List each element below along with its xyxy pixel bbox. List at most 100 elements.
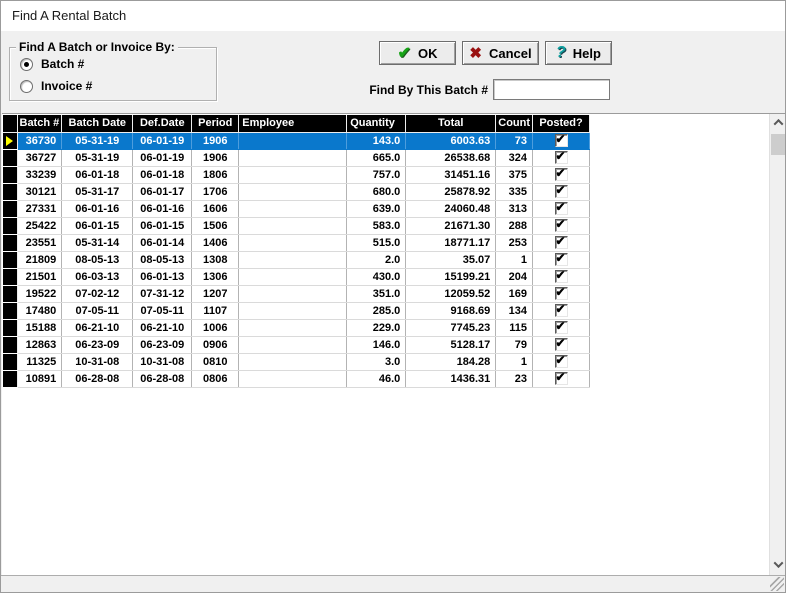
posted-checkbox[interactable]: ✔ <box>554 336 568 351</box>
cell-period: 1906 <box>191 149 240 167</box>
scroll-up-button[interactable] <box>770 114 785 131</box>
find-by-batch-input[interactable] <box>493 79 610 100</box>
checkmark-icon: ✔ <box>555 132 566 146</box>
radio-batch-label: Batch # <box>41 57 85 71</box>
table-row[interactable]: 21809 08-05-13 08-05-13 1308 2.0 35.07 1 ✔ <box>3 251 591 269</box>
grid-body: 36730 05-31-19 06-01-19 1906 143.0 6003.63 73 ✔… <box>3 132 591 388</box>
vertical-scrollbar[interactable] <box>769 114 785 575</box>
posted-checkbox[interactable]: ✔ <box>554 252 568 266</box>
table-row[interactable]: 30121 05-31-17 06-01-17 1706 680.0 25878.92 33… <box>3 183 591 201</box>
cell-batch: 21501 <box>17 268 63 286</box>
posted-checkbox[interactable]: ✔ <box>554 286 568 300</box>
resize-grip-icon[interactable] <box>770 577 784 591</box>
table-row[interactable]: 36730 05-31-19 06-01-19 1906 143.0 6003.63 73 ✔ <box>3 132 591 150</box>
radio-selected-icon[interactable] <box>20 57 33 71</box>
col-header-employee[interactable]: Employee <box>238 115 348 133</box>
cell-batch: 36730 <box>17 132 63 150</box>
cell-total: 184.28 <box>405 353 497 371</box>
table-row[interactable]: 15188 06-21-10 06-21-10 1006 229.0 7745.23 115… <box>3 319 591 337</box>
checkmark-icon: ✔ <box>555 336 566 350</box>
table-row[interactable]: 12863 06-23-09 06-23-09 0906 146.0 5128.17 79 ✔ <box>3 336 591 354</box>
checkmark-icon: ✔ <box>555 166 566 180</box>
posted-checkbox[interactable]: ✔ <box>554 201 568 215</box>
cell-posted: ✔ <box>532 370 591 388</box>
cell-posted: ✔ <box>532 302 591 320</box>
cancel-button[interactable]: ✖ Cancel <box>462 41 539 65</box>
radio-unselected-icon[interactable] <box>20 79 33 93</box>
cell-batch-date: 07-05-11 <box>61 302 134 320</box>
col-header-batch[interactable]: Batch # <box>17 115 63 133</box>
table-row[interactable]: 36727 05-31-19 06-01-19 1906 665.0 26538.68 32… <box>3 149 591 167</box>
cell-total: 6003.63 <box>405 132 497 150</box>
cell-employee <box>238 251 348 269</box>
col-header-total[interactable]: Total <box>405 115 497 133</box>
col-header-def-date[interactable]: Def.Date <box>132 115 193 133</box>
cell-batch-date: 06-21-10 <box>61 319 134 337</box>
cell-period: 1207 <box>191 285 240 303</box>
scrollbar-thumb[interactable] <box>771 134 785 155</box>
col-header-posted[interactable]: Posted? <box>532 115 591 133</box>
col-header-period[interactable]: Period <box>191 115 240 133</box>
cell-total: 12059.52 <box>405 285 497 303</box>
posted-checkbox[interactable]: ✔ <box>554 370 568 385</box>
cell-count: 324 <box>495 149 534 167</box>
posted-checkbox[interactable]: ✔ <box>554 354 568 368</box>
cell-period: 1308 <box>191 251 240 269</box>
question-icon: ? <box>556 44 566 61</box>
checkmark-icon: ✔ <box>555 370 566 384</box>
checkmark-icon: ✔ <box>555 234 566 248</box>
checkmark-icon: ✔ <box>555 268 566 282</box>
table-row[interactable]: 23551 05-31-14 06-01-14 1406 515.0 18771.17 25… <box>3 234 591 252</box>
cell-quantity: 351.0 <box>346 285 407 303</box>
table-row[interactable]: 33239 06-01-18 06-01-18 1806 757.0 31451.16 37… <box>3 166 591 184</box>
cell-total: 25878.92 <box>405 183 497 201</box>
cell-count: 375 <box>495 166 534 184</box>
posted-checkbox[interactable]: ✔ <box>554 132 568 147</box>
cell-quantity: 143.0 <box>346 132 407 150</box>
cell-period: 1606 <box>191 200 240 218</box>
horizontal-scrollbar[interactable] <box>1 575 785 592</box>
cell-employee <box>238 336 348 354</box>
cell-count: 115 <box>495 319 534 337</box>
help-button[interactable]: ? Help <box>545 41 612 65</box>
posted-checkbox[interactable]: ✔ <box>554 166 568 181</box>
cell-batch: 36727 <box>17 149 63 167</box>
cell-quantity: 46.0 <box>346 370 407 388</box>
posted-checkbox[interactable]: ✔ <box>554 218 568 232</box>
cell-total: 31451.16 <box>405 166 497 184</box>
cell-employee <box>238 234 348 252</box>
col-header-quantity[interactable]: Quantity <box>346 115 407 133</box>
posted-checkbox[interactable]: ✔ <box>554 150 568 164</box>
cell-batch: 25422 <box>17 217 63 235</box>
posted-checkbox[interactable]: ✔ <box>554 184 568 198</box>
radio-invoice-number[interactable]: Invoice # <box>20 79 92 93</box>
cell-batch: 10891 <box>17 370 63 388</box>
ok-button[interactable]: ✔ OK <box>379 41 456 65</box>
radio-batch-number[interactable]: Batch # <box>20 57 84 71</box>
cell-batch-date: 05-31-14 <box>61 234 134 252</box>
table-row[interactable]: 27331 06-01-16 06-01-16 1606 639.0 24060.48 31… <box>3 200 591 218</box>
cell-def-date: 06-01-16 <box>132 200 193 218</box>
posted-checkbox[interactable]: ✔ <box>554 303 568 317</box>
cell-batch-date: 08-05-13 <box>61 251 134 269</box>
table-row[interactable]: 21501 06-03-13 06-01-13 1306 430.0 15199.21 20… <box>3 268 591 286</box>
cell-posted: ✔ <box>532 183 591 201</box>
posted-checkbox[interactable]: ✔ <box>554 320 568 334</box>
radio-invoice-label: Invoice # <box>41 79 93 93</box>
cell-count: 23 <box>495 370 534 388</box>
cell-batch: 23551 <box>17 234 63 252</box>
table-row[interactable]: 19522 07-02-12 07-31-12 1207 351.0 12059.52 16… <box>3 285 591 303</box>
table-row[interactable]: 10891 06-28-08 06-28-08 0806 46.0 1436.31 23 ✔ <box>3 370 591 388</box>
table-row[interactable]: 11325 10-31-08 10-31-08 0810 3.0 184.28 1 ✔ <box>3 353 591 371</box>
posted-checkbox[interactable]: ✔ <box>554 268 568 283</box>
col-header-count[interactable]: Count <box>495 115 534 133</box>
table-header-row: Batch # Batch Date Def.Date Period Emplo… <box>3 115 591 133</box>
scroll-down-button[interactable] <box>770 556 785 573</box>
table-row[interactable]: 25422 06-01-15 06-01-15 1506 583.0 21671.30 28… <box>3 217 591 235</box>
col-header-batch-date[interactable]: Batch Date <box>61 115 134 133</box>
posted-checkbox[interactable]: ✔ <box>554 234 568 249</box>
cell-count: 288 <box>495 217 534 235</box>
cell-quantity: 639.0 <box>346 200 407 218</box>
cell-period: 1506 <box>191 217 240 235</box>
table-row[interactable]: 17480 07-05-11 07-05-11 1107 285.0 9168.69 134… <box>3 302 591 320</box>
